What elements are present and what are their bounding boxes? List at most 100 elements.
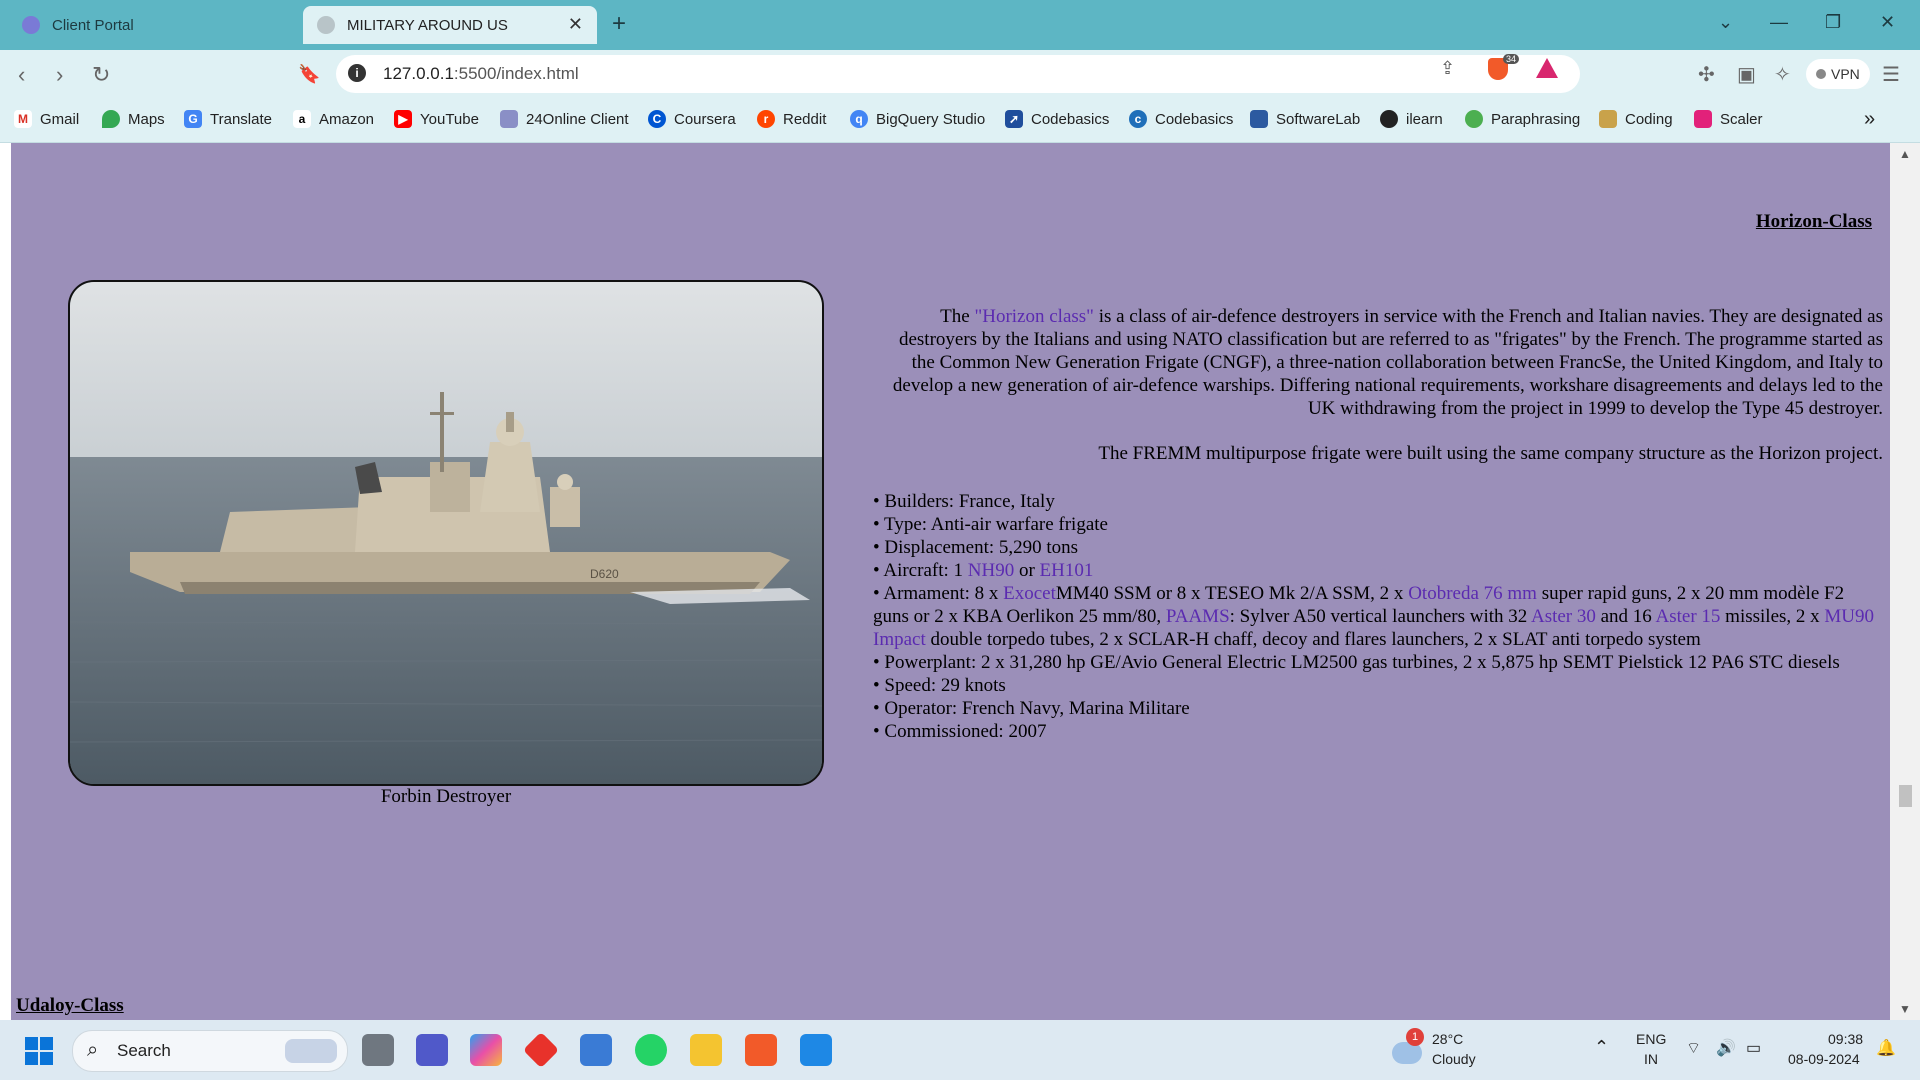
anydesk-icon[interactable] [522,1031,560,1069]
aster-15-link[interactable]: Aster 15 [1656,606,1721,627]
bookmark-amazon[interactable]: a Amazon [293,110,374,128]
task-view-icon[interactable] [362,1034,394,1066]
restore-button[interactable]: ❐ [1825,12,1841,33]
spec-displacement: • Displacement: 5,290 tons [873,537,1079,558]
bookmark-codebasics-2[interactable]: c Codebasics [1129,110,1233,128]
file-explorer-icon[interactable] [690,1034,722,1066]
address-bar[interactable]: i 127.0.0.1:5500/index.html [336,55,1580,93]
globe-icon [317,16,335,34]
navigation-bar: ‹ › ↻ 🔖 i 127.0.0.1:5500/index.html ⇪ 34… [0,50,1920,100]
bookmark-paraphrasing[interactable]: Paraphrasing [1465,110,1580,128]
bookmark-coding[interactable]: Coding [1599,110,1673,128]
bookmark-softwarelab[interactable]: SoftwareLab [1250,110,1360,128]
weather-badge: 1 [1406,1028,1424,1046]
otobreda-link[interactable]: Otobreda 76 mm [1408,583,1537,604]
new-tab-button[interactable]: + [612,10,626,38]
description: The "Horizon class" is a class of air-de… [873,305,1883,487]
aster-30-link[interactable]: Aster 30 [1531,606,1596,627]
shields-count-badge: 34 [1503,54,1520,64]
description-paragraph-1: The "Horizon class" is a class of air-de… [892,306,1883,419]
eh101-link[interactable]: EH101 [1040,560,1094,581]
horizon-class-link[interactable]: "Horizon class" [974,306,1093,327]
bookmark-gmail[interactable]: M Gmail [14,110,79,128]
clock-date[interactable]: 08-09-2024 [1788,1050,1860,1068]
tab-client-portal[interactable]: Client Portal [8,6,298,44]
bookmark-maps[interactable]: Maps [102,110,165,128]
24online-icon [500,110,518,128]
microsoft-store-icon[interactable] [580,1034,612,1066]
coursera-icon: C [648,110,666,128]
scrollbar-thumb[interactable] [1899,785,1912,807]
reload-icon[interactable]: ↻ [92,62,110,88]
page-scrollbar[interactable]: ▲ ▼ [1890,143,1920,1020]
vpn-button[interactable]: VPN [1806,59,1870,89]
exocet-link[interactable]: Exocet [1003,583,1056,604]
scaler-icon [1694,110,1712,128]
vscode-icon[interactable] [800,1034,832,1066]
bookmark-24online[interactable]: 24Online Client [500,110,629,128]
leo-ai-icon[interactable]: ✧ [1774,62,1791,87]
wallet-icon[interactable]: ▣ [1737,62,1756,87]
ship-photo: D620 [68,280,824,786]
scroll-down-icon[interactable]: ▼ [1899,1002,1911,1016]
bookmark-icon[interactable]: 🔖 [298,64,320,85]
photo-caption: Forbin Destroyer [380,786,512,807]
windows-start-icon[interactable] [25,1037,53,1065]
bookmark-coursera[interactable]: C Coursera [648,110,736,128]
softwarelab-icon [1250,110,1268,128]
volume-icon[interactable]: 🔊 [1716,1040,1736,1058]
maps-icon [102,110,120,128]
youtube-icon: ▶ [394,110,412,128]
bookmark-bigquery[interactable]: q BigQuery Studio [850,110,985,128]
spec-armament: • Armament: 8 x ExocetMM40 SSM or 8 x TE… [873,583,1875,650]
destroyer-image: D620 [70,282,822,784]
tab-title: Client Portal [52,16,134,34]
tab-strip: Client Portal MILITARY AROUND US ✕ + ⌄ —… [0,0,1920,50]
vpn-status-icon [1816,69,1826,79]
weather-temp: 28°C [1432,1031,1464,1047]
more-bookmarks-icon[interactable]: » [1864,108,1875,131]
bookmark-translate[interactable]: G Translate [184,110,272,128]
taskbar-search[interactable]: ⌕ Search [72,1030,348,1072]
back-icon[interactable]: ‹ [18,62,25,88]
paams-link[interactable]: PAAMS [1166,606,1230,627]
menu-icon[interactable]: ☰ [1882,62,1900,87]
bookmark-youtube[interactable]: ▶ YouTube [394,110,479,128]
client-portal-favicon-icon [22,16,40,34]
forward-icon[interactable]: › [56,62,63,88]
site-info-icon[interactable]: i [348,64,366,82]
minimize-button[interactable]: — [1770,12,1788,33]
bookmark-ilearn[interactable]: ilearn [1380,110,1443,128]
copilot-icon[interactable] [470,1034,502,1066]
teams-icon[interactable] [416,1034,448,1066]
extensions-icon[interactable]: ✣ [1698,62,1715,87]
notifications-bell-icon[interactable]: 🔔 [1876,1040,1896,1058]
clock-time[interactable]: 09:38 [1828,1030,1863,1048]
tab-military-around-us[interactable]: MILITARY AROUND US ✕ [303,6,597,44]
brave-rewards-icon[interactable] [1536,58,1558,78]
bookmark-codebasics-1[interactable]: ➚ Codebasics [1005,110,1109,128]
bookmark-scaler[interactable]: Scaler [1694,110,1763,128]
close-window-button[interactable]: ✕ [1880,12,1895,33]
wifi-icon[interactable]: ⌔ [1686,1040,1701,1058]
page-content: Horizon-Class D620 Forbin Destroyer The … [0,143,1890,1020]
brave-browser-icon[interactable] [745,1034,777,1066]
show-hidden-icons-icon[interactable]: ⌃ [1594,1038,1609,1056]
scroll-up-icon[interactable]: ▲ [1899,147,1911,161]
spec-aircraft: • Aircraft: 1 NH90 or EH101 [873,560,1094,581]
tab-search-chevron-icon[interactable]: ⌄ [1718,12,1733,33]
whatsapp-icon[interactable] [635,1034,667,1066]
spec-builders: • Builders: France, Italy [873,491,1055,512]
coding-icon [1599,110,1617,128]
spec-powerplant: • Powerplant: 2 x 31,280 hp GE/Avio Gene… [873,652,1840,673]
nh90-link[interactable]: NH90 [968,560,1014,581]
share-icon[interactable]: ⇪ [1440,58,1455,79]
spec-operator: • Operator: French Navy, Marina Militare [873,698,1190,719]
amazon-icon: a [293,110,311,128]
close-tab-icon[interactable]: ✕ [568,14,583,35]
language-indicator[interactable]: ENG [1636,1030,1666,1048]
specifications-list: • Builders: France, Italy • Type: Anti-a… [873,490,1883,743]
reddit-icon: r [757,110,775,128]
bookmark-reddit[interactable]: r Reddit [757,110,826,128]
battery-icon[interactable]: ▭ [1746,1040,1761,1058]
